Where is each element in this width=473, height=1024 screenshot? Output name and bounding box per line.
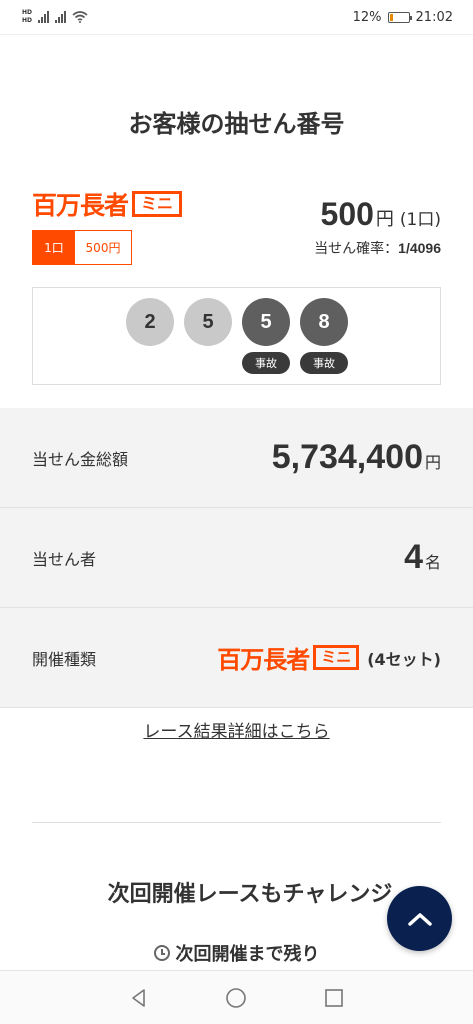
price-yen: 円 [375, 209, 394, 230]
number-ball: 8 [300, 298, 348, 346]
game-type-row: 開催種類 百万長者 ミニ (4セット) [0, 608, 473, 708]
page-title: お客様の抽せん番号 [128, 110, 345, 138]
section-divider [32, 822, 441, 823]
home-circle-icon [226, 987, 247, 1008]
scroll-to-top-button[interactable] [387, 886, 452, 951]
winners-unit: 名 [424, 553, 441, 572]
lottery-numbers: 2 5 5 事故 8 事故 [32, 287, 441, 385]
number-ball: 5 [242, 298, 290, 346]
price-units: (1口) [399, 210, 441, 230]
game-type-value: 百万長者 ミニ (4セット) [217, 640, 441, 675]
unit-price: 500円 [85, 241, 121, 255]
status-bar: HD HD 12% 21:02 [0, 0, 473, 34]
back-button[interactable] [124, 983, 154, 1013]
game-type-label: 開催種類 [32, 649, 97, 669]
recents-button[interactable] [319, 983, 349, 1013]
signal-icon [38, 11, 50, 23]
total-prize-row: 当せん金総額 5,734,400 円 [0, 408, 473, 508]
hd-label-2: HD [22, 17, 33, 24]
set-count: (4セット) [367, 649, 441, 669]
probability-label: 当せん確率： [314, 241, 399, 257]
game-type-logo: 百万長者 ミニ [217, 640, 360, 675]
system-nav-bar [0, 970, 473, 1024]
battery-icon [387, 11, 412, 23]
game-logo: 百万長者 ミニ [32, 186, 183, 222]
battery-percent: 12% [352, 9, 382, 25]
wifi-icon [72, 11, 88, 23]
accident-tag: 事故 [300, 352, 348, 374]
logo-main-text: 百万長者 [32, 191, 129, 220]
price-value: 500 [320, 196, 374, 232]
accident-tag: 事故 [242, 352, 290, 374]
number-ball: 5 [184, 298, 232, 346]
total-prize-number: 5,734,400 [271, 438, 423, 476]
chevron-up-icon [407, 912, 432, 926]
unit-price-badge: 1口 500円 [32, 230, 132, 265]
logo-mini-badge: ミニ [313, 645, 360, 670]
logo-mini-badge: ミニ [132, 191, 183, 217]
status-right: 12% 21:02 [353, 10, 453, 25]
recents-square-icon [325, 988, 343, 1007]
clock-time: 21:02 [415, 9, 453, 25]
clock-icon [153, 945, 170, 961]
winners-row: 当せん者 4 名 [0, 508, 473, 608]
unit-count: 1口 [33, 231, 75, 264]
total-prize-label: 当せん金総額 [32, 449, 129, 469]
countdown-label: 次回開催まで残り [175, 944, 320, 965]
header-divider [0, 34, 473, 35]
number-ball: 2 [126, 298, 174, 346]
win-probability: 当せん確率：1/4096 [314, 238, 441, 258]
hd-label-1: HD [22, 9, 33, 16]
probability-value: 1/4096 [398, 240, 441, 256]
result-summary: 当せん金総額 5,734,400 円 当せん者 4 名 開催種類 百万長者 ミニ… [0, 408, 473, 708]
home-button[interactable] [221, 983, 251, 1013]
signal-icon-2 [55, 11, 67, 23]
total-prize-unit: 円 [424, 453, 441, 472]
winners-number: 4 [404, 538, 423, 576]
winners-label: 当せん者 [32, 549, 97, 569]
race-detail-link-row: レース結果詳細はこちら [0, 717, 473, 742]
winners-value: 4 名 [404, 538, 441, 577]
hd-indicator: HD HD [22, 9, 32, 25]
status-left: HD HD [22, 9, 88, 25]
next-race-title: 次回開催レースもチャレンジ [107, 882, 393, 907]
total-prize-value: 5,734,400 円 [272, 438, 441, 477]
back-triangle-icon [132, 988, 145, 1007]
logo-main-text: 百万長者 [217, 646, 310, 674]
race-detail-link[interactable]: レース結果詳細はこちら [143, 722, 329, 742]
ticket-price: 500 円 (1口) [321, 196, 441, 233]
